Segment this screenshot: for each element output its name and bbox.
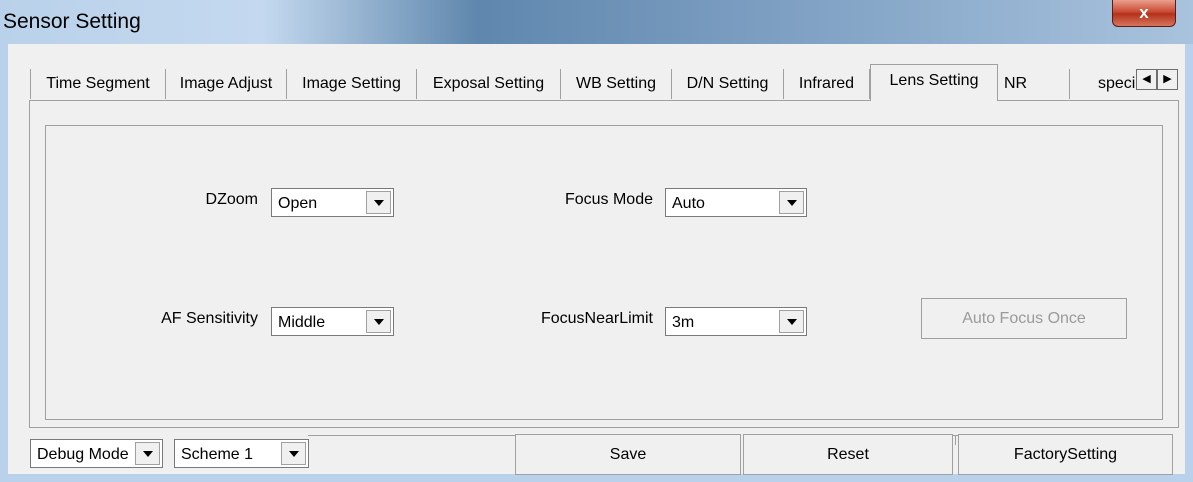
window-title: Sensor Setting [3,10,141,33]
tab-time-segment[interactable]: Time Segment [30,69,166,99]
close-button[interactable]: x [1112,0,1176,27]
mode-select[interactable]: Debug Mode [30,439,163,468]
tab-scroll-left-button[interactable]: ◀ [1136,69,1157,90]
af-sensitivity-select[interactable]: Middle [271,307,394,336]
focus-near-limit-select[interactable]: 3m [665,307,807,336]
title-bar: Sensor Setting x [0,0,1193,44]
tab-dn-setting[interactable]: D/N Setting [672,69,784,99]
dzoom-select[interactable]: Open [271,188,394,217]
chevron-down-icon[interactable] [366,310,391,333]
tab-lens-setting[interactable]: Lens Setting [870,64,998,101]
tab-exposal-setting[interactable]: Exposal Setting [417,69,561,99]
scheme-select[interactable]: Scheme 1 [174,439,309,468]
factory-setting-button[interactable]: FactorySetting [958,434,1173,475]
focus-near-limit-label: FocusNearLimit [540,310,653,327]
footer-divider [308,435,518,436]
af-sensitivity-value: Middle [278,314,326,331]
chevron-down-icon[interactable] [779,310,804,333]
af-sensitivity-label: AF Sensitivity [161,310,258,327]
focus-mode-select[interactable]: Auto [665,188,807,217]
footer-divider-tick [955,435,956,445]
tab-special[interactable]: speci [1070,69,1140,99]
close-icon: x [1139,3,1149,22]
tab-wb-setting[interactable]: WB Setting [561,69,672,99]
save-button[interactable]: Save [515,434,741,475]
tab-image-setting[interactable]: Image Setting [287,69,417,99]
tab-infrared[interactable]: Infrared [784,69,870,99]
chevron-right-icon: ▶ [1163,73,1172,85]
chevron-left-icon: ◀ [1142,73,1151,85]
tab-scroll-right-button[interactable]: ▶ [1157,69,1178,90]
scheme-value: Scheme 1 [181,446,254,463]
tab-image-adjust[interactable]: Image Adjust [166,69,287,99]
chevron-down-icon[interactable] [366,191,391,214]
dzoom-label: DZoom [205,191,258,208]
focus-near-limit-value: 3m [672,314,695,331]
focus-mode-label: Focus Mode [564,191,653,208]
window-border-left [0,44,8,482]
lens-settings-group [45,125,1163,420]
window-border-right [1185,44,1193,482]
reset-button[interactable]: Reset [743,434,953,475]
chevron-down-icon[interactable] [281,442,306,465]
chevron-down-icon[interactable] [779,191,804,214]
auto-focus-once-button[interactable]: Auto Focus Once [921,298,1127,339]
window-border-bottom [0,474,1193,482]
chevron-down-icon[interactable] [135,442,160,465]
focus-mode-value: Auto [672,195,705,212]
mode-value: Debug Mode [37,446,129,463]
dzoom-value: Open [278,195,318,212]
tab-nr[interactable]: NR [998,69,1070,99]
client-area: Time Segment Image Adjust Image Setting … [8,44,1185,475]
